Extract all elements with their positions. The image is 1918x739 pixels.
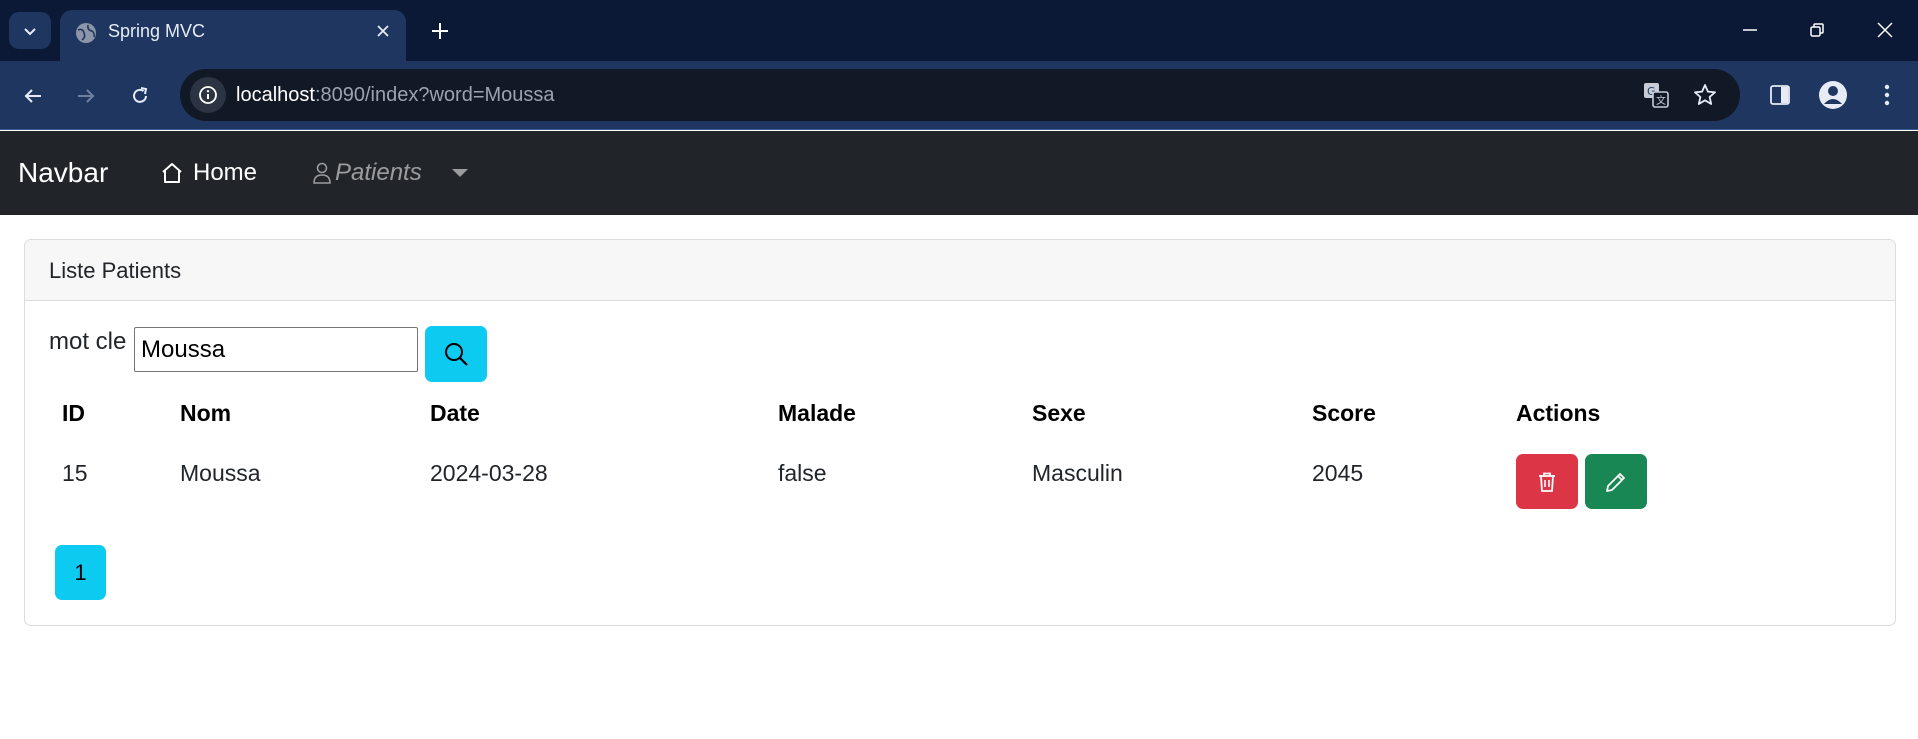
profile-button[interactable] — [1813, 75, 1853, 115]
house-icon — [162, 163, 182, 183]
cell-sexe: Masculin — [1032, 460, 1123, 486]
patients-card: Liste Patients mot cle ID Nom Date Malad… — [24, 239, 1896, 626]
reload-icon — [133, 87, 148, 103]
forward-button[interactable] — [66, 76, 106, 116]
cell-nom: Moussa — [180, 460, 261, 486]
new-tab-button[interactable] — [424, 15, 456, 47]
search-icon — [445, 343, 468, 366]
nav-patients-dropdown[interactable]: Patients — [312, 131, 422, 215]
restore-button[interactable] — [1797, 10, 1837, 50]
card-title: Liste Patients — [49, 258, 182, 283]
person-icon — [313, 162, 331, 184]
minimize-icon — [1743, 29, 1757, 31]
translate-button[interactable]: G文 — [1638, 77, 1674, 113]
globe-icon — [76, 23, 96, 43]
kebab-menu-icon — [1884, 84, 1890, 106]
arrow-left-icon — [24, 89, 41, 103]
pagination-page-1[interactable]: 1 — [55, 545, 106, 600]
browser-toolbar: localhost:8090/index?word=Moussa G文 — [0, 61, 1918, 130]
search-input[interactable] — [134, 327, 418, 372]
column-header-malade: Malade — [778, 400, 856, 426]
app-navbar: Navbar Home Patients — [0, 131, 1918, 215]
address-bar[interactable]: localhost:8090/index?word=Moussa G文 — [180, 69, 1740, 121]
svg-text:文: 文 — [1656, 94, 1666, 107]
trash-icon — [1539, 472, 1555, 492]
column-header-nom: Nom — [180, 400, 232, 426]
search-button[interactable] — [425, 326, 487, 382]
close-icon — [377, 25, 389, 37]
plus-icon — [432, 23, 448, 39]
column-header-score: Score — [1312, 400, 1376, 426]
info-icon — [199, 86, 217, 104]
column-header-actions: Actions — [1516, 400, 1601, 426]
star-icon — [1694, 84, 1716, 105]
navbar-brand[interactable]: Navbar — [18, 131, 108, 215]
browser-tab-bar: Spring MVC — [0, 0, 1918, 61]
side-panel-icon — [1770, 85, 1790, 105]
reload-button[interactable] — [120, 76, 160, 116]
column-header-id: ID — [62, 400, 85, 426]
restore-icon — [1810, 23, 1824, 37]
url-path: :8090/index?word=Moussa — [314, 84, 555, 106]
card-header: Liste Patients — [25, 240, 1895, 301]
close-window-button[interactable] — [1865, 10, 1905, 50]
column-header-date: Date — [430, 400, 480, 426]
nav-patients-label: Patients — [335, 159, 422, 186]
cell-score: 2045 — [1312, 460, 1364, 486]
tab-list-button[interactable] — [9, 12, 51, 49]
cell-date: 2024-03-28 — [430, 460, 548, 486]
dropdown-caret-icon[interactable] — [452, 169, 468, 177]
profile-icon — [1819, 81, 1847, 109]
translate-icon: G文 — [1644, 83, 1669, 108]
side-panel-button[interactable] — [1760, 75, 1800, 115]
bookmark-button[interactable] — [1687, 77, 1723, 113]
edit-button[interactable] — [1585, 454, 1647, 509]
browser-menu-button[interactable] — [1867, 75, 1907, 115]
search-label: mot cle — [49, 328, 127, 355]
back-button[interactable] — [13, 76, 53, 116]
arrow-right-icon — [78, 89, 95, 103]
column-header-sexe: Sexe — [1032, 400, 1086, 426]
cell-malade: false — [778, 460, 827, 486]
browser-tab[interactable]: Spring MVC — [60, 10, 406, 61]
url-text[interactable]: localhost:8090/index?word=Moussa — [236, 69, 555, 121]
minimize-button[interactable] — [1730, 10, 1770, 50]
close-icon — [1877, 22, 1893, 38]
chevron-down-icon — [24, 27, 36, 35]
url-host: localhost — [236, 84, 315, 106]
tab-title: Spring MVC — [108, 21, 206, 41]
delete-button[interactable] — [1516, 454, 1578, 509]
pencil-icon — [1606, 472, 1625, 492]
nav-home-link[interactable]: Home — [160, 131, 257, 215]
close-tab-button[interactable] — [372, 20, 394, 42]
site-info-button[interactable] — [190, 77, 226, 113]
nav-home-label: Home — [193, 159, 258, 186]
cell-id: 15 — [62, 460, 88, 486]
